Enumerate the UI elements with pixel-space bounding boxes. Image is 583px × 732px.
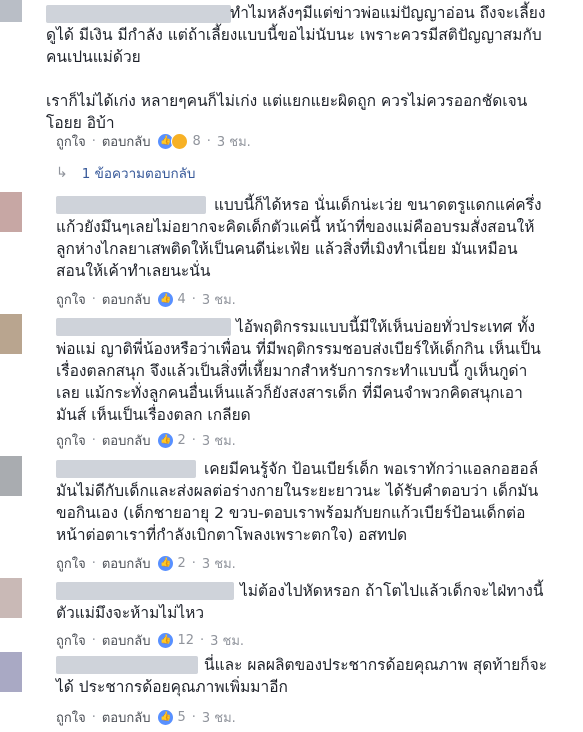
like-link[interactable]: ถูกใจ [56, 630, 86, 651]
avatar[interactable] [0, 314, 22, 354]
reply-link[interactable]: ตอบกลับ [102, 553, 151, 574]
comment-text: ไม่ต้องไปหัดหรอก ถ้าโตไปแล้วเด็กจะไฝ่ทาง… [56, 582, 544, 622]
timestamp[interactable]: 3 ชม. [202, 289, 236, 310]
avatar[interactable] [0, 0, 22, 22]
timestamp[interactable]: 3 ชม. [217, 131, 251, 152]
like-reaction-icon[interactable]: 👍 [158, 433, 174, 448]
comment-actions: ถูกใจ · ตอบกลับ 👍 2 · 3 ชม. [56, 553, 236, 574]
comment-actions: ถูกใจ · ตอบกลับ 👍 4 · 3 ชม. [56, 289, 236, 310]
reaction-count[interactable]: 8 [192, 134, 200, 149]
avatar[interactable] [0, 456, 22, 496]
like-link[interactable]: ถูกใจ [56, 289, 86, 310]
comment-text: ไอ้พฤติกรรมแบบนี้มีให้เห็นบ่อยทั่วประเทศ… [56, 318, 541, 424]
view-replies-link[interactable]: ↳ 1 ข้อความตอบกลับ [56, 162, 196, 184]
reaction-count[interactable]: 2 [177, 556, 185, 571]
reaction-count[interactable]: 2 [177, 433, 185, 448]
comment-actions: ถูกใจ · ตอบกลับ 👍 2 · 3 ชม. [56, 430, 236, 451]
avatar[interactable] [0, 192, 22, 232]
reply-link[interactable]: ตอบกลับ [102, 630, 151, 651]
comment-text: ทำไมหลังๆมีแต่ข่าวพ่อแม่ปัญญาอ่อน ถึงจะเ… [46, 4, 546, 132]
timestamp[interactable]: 3 ชม. [210, 630, 244, 651]
separator: · [91, 633, 96, 648]
like-link[interactable]: ถูกใจ [56, 553, 86, 574]
reply-arrow-icon: ↳ [56, 165, 68, 181]
separator: · [91, 433, 96, 448]
comment: ไม่ต้องไปหัดหรอก ถ้าโตไปแล้วเด็กจะไฝ่ทาง… [0, 578, 583, 651]
comment-text: เคยมีคนรู้จัก ป้อนเบียร์เด็ก พอเราทักว่า… [56, 460, 539, 544]
like-reaction-icon[interactable]: 👍 [158, 633, 174, 648]
separator: · [206, 134, 211, 149]
separator: · [191, 556, 196, 571]
like-link[interactable]: ถูกใจ [56, 131, 86, 152]
separator: · [191, 292, 196, 307]
timestamp[interactable]: 3 ชม. [202, 553, 236, 574]
separator: · [191, 710, 196, 725]
timestamp[interactable]: 3 ชม. [202, 430, 236, 451]
like-reaction-icon[interactable]: 👍 [158, 710, 174, 725]
like-link[interactable]: ถูกใจ [56, 430, 86, 451]
comment: นี่และ ผลผลิตของประชากรด้อยคุณภาพ สุดท้า… [0, 652, 583, 730]
like-reaction-icon[interactable]: 👍 [158, 556, 174, 571]
comment-text: นี่และ ผลผลิตของประชากรด้อยคุณภาพ สุดท้า… [56, 656, 548, 696]
reply-link[interactable]: ตอบกลับ [102, 430, 151, 451]
comment: ทำไมหลังๆมีแต่ข่าวพ่อแม่ปัญญาอ่อน ถึงจะเ… [0, 0, 583, 182]
comment-actions: ถูกใจ · ตอบกลับ 👍 12 · 3 ชม. [56, 630, 244, 651]
like-reaction-icon[interactable]: 👍 [158, 292, 174, 307]
reply-link[interactable]: ตอบกลับ [102, 289, 151, 310]
reply-link[interactable]: ตอบกลับ [102, 131, 151, 152]
comment-actions: ถูกใจ · ตอบกลับ 👍 5 · 3 ชม. [56, 707, 236, 728]
separator: · [191, 433, 196, 448]
comment: แบบนี้ก็ได้หรอ นั่นเด็กน่ะเว่ย ขนาดตรูแด… [0, 192, 583, 312]
comment: เคยมีคนรู้จัก ป้อนเบียร์เด็ก พอเราทักว่า… [0, 456, 583, 574]
reaction-count[interactable]: 12 [177, 633, 194, 648]
avatar[interactable] [0, 652, 22, 692]
comment-text: แบบนี้ก็ได้หรอ นั่นเด็กน่ะเว่ย ขนาดตรูแด… [56, 196, 542, 280]
haha-reaction-icon[interactable] [171, 133, 189, 150]
reply-link[interactable]: ตอบกลับ [102, 707, 151, 728]
separator: · [91, 134, 96, 149]
separator: · [200, 633, 205, 648]
comment-actions: ถูกใจ · ตอบกลับ 👍 8 · 3 ชม. [56, 131, 251, 152]
like-link[interactable]: ถูกใจ [56, 707, 86, 728]
reaction-count[interactable]: 4 [177, 292, 185, 307]
reaction-count[interactable]: 5 [177, 710, 185, 725]
avatar[interactable] [0, 578, 22, 618]
separator: · [91, 710, 96, 725]
comment: ไอ้พฤติกรรมแบบนี้มีให้เห็นบ่อยทั่วประเทศ… [0, 314, 583, 449]
separator: · [91, 292, 96, 307]
separator: · [91, 556, 96, 571]
replies-label[interactable]: 1 ข้อความตอบกลับ [82, 162, 196, 184]
timestamp[interactable]: 3 ชม. [202, 707, 236, 728]
